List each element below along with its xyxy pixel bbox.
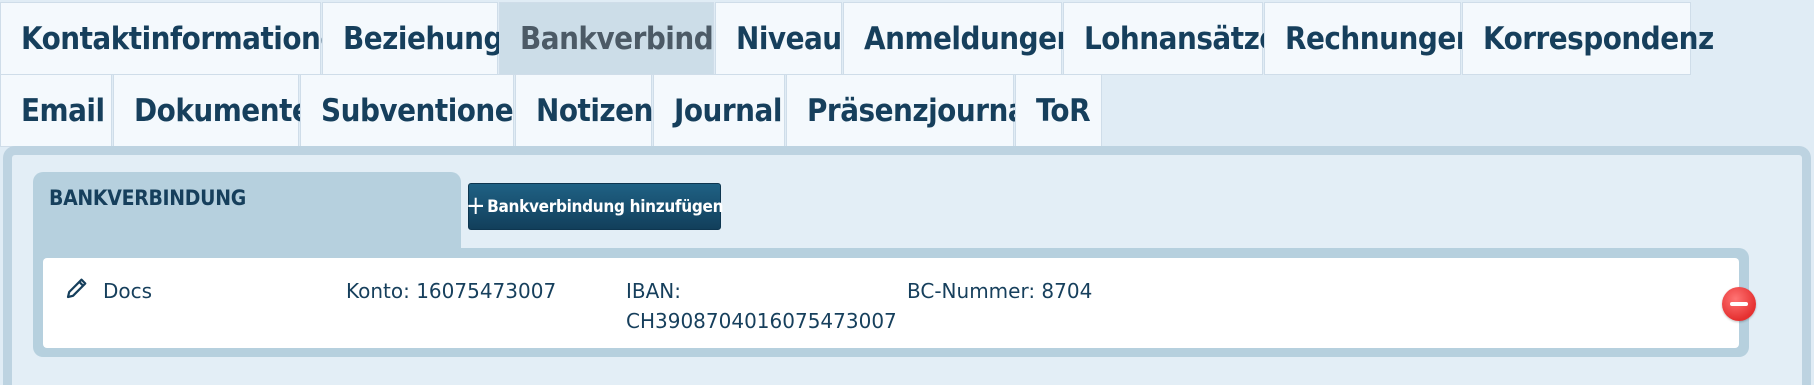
pencil-icon[interactable] (65, 276, 89, 300)
tab-bankverbindung[interactable]: Bankverbindung (499, 2, 772, 75)
tab-beziehungen[interactable]: Beziehungen (322, 2, 541, 75)
bank-account-konto: Konto: 16075473007 (346, 279, 557, 303)
bank-account-iban: IBAN: CH3908704016075473007 (626, 276, 897, 336)
tab-niveau[interactable]: Niveau (715, 2, 842, 75)
tab-korrespondenz[interactable]: Korrespondenz (1462, 2, 1714, 75)
tab-email[interactable]: Email (0, 74, 112, 147)
tab-lohnansaetze[interactable]: Lohnansätze (1063, 2, 1278, 75)
bank-account-item: Docs Konto: 16075473007 IBAN: CH39087040… (43, 258, 1756, 348)
tab-subventionen[interactable]: Subventionen (300, 74, 533, 147)
bank-account-bc-nummer: BC-Nummer: 8704 (907, 279, 1093, 303)
add-bankverbindung-label: Bankverbindung hinzufügen (487, 196, 724, 217)
tab-dokumente[interactable]: Dokumente (113, 74, 311, 147)
tab-bar-row-2: Email Dokumente Subventionen Notizen Jou… (0, 74, 1103, 147)
add-bankverbindung-button[interactable]: + Bankverbindung hinzufügen (465, 183, 724, 230)
tab-notizen[interactable]: Notizen (515, 74, 653, 147)
bank-account-name: Docs (103, 279, 153, 303)
tab-bar-row-1: Kontaktinformationen Beziehungen Bankver… (0, 2, 1714, 75)
tab-rechnungen[interactable]: Rechnungen (1264, 2, 1476, 75)
tab-anmeldungen[interactable]: Anmeldungen (843, 2, 1076, 75)
tab-praesenzjournal[interactable]: Präsenzjournal (786, 74, 1036, 147)
plus-icon: + (465, 190, 486, 221)
iban-value: CH3908704016075473007 (626, 309, 897, 333)
tab-journal[interactable]: Journal (653, 74, 785, 147)
remove-icon[interactable] (1722, 287, 1756, 321)
tab-kontaktinformationen[interactable]: Kontaktinformationen (0, 2, 359, 75)
bankverbindung-panel: BANKVERBINDUNG + Bankverbindung hinzufüg… (3, 146, 1811, 385)
iban-label: IBAN: (626, 279, 681, 303)
tab-tor[interactable]: ToR (1015, 74, 1102, 147)
section-title: BANKVERBINDUNG (33, 172, 461, 248)
